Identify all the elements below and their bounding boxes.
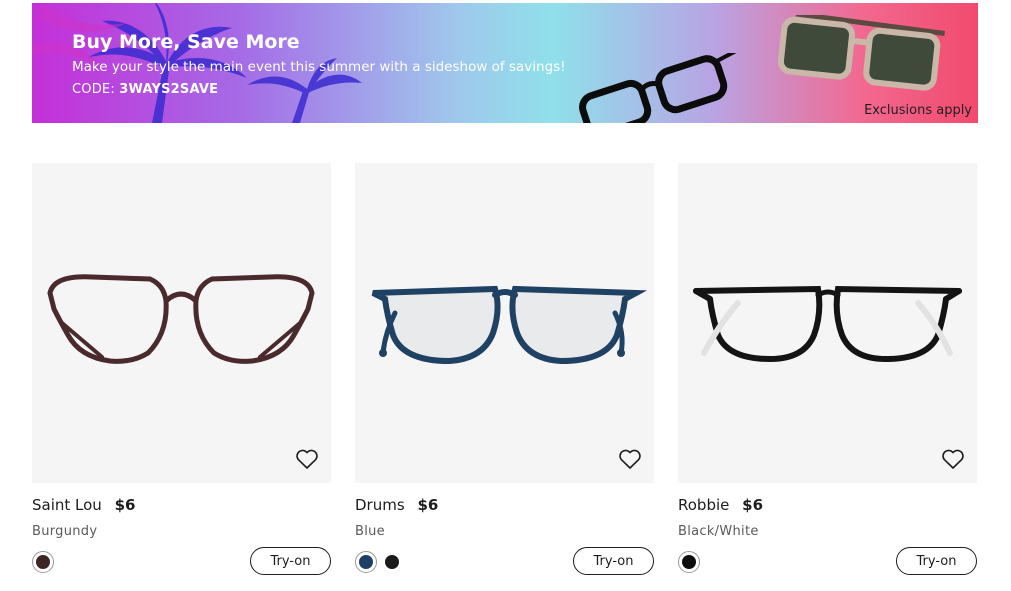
heart-outline-icon[interactable] <box>618 448 642 470</box>
banner-title: Buy More, Save More <box>72 31 300 53</box>
product-color: Blue <box>355 524 385 539</box>
product-price: $6 <box>114 496 136 514</box>
product-image[interactable] <box>355 163 654 483</box>
product-card[interactable]: Drums $6 Blue Try-on <box>355 163 654 575</box>
try-on-button[interactable]: Try-on <box>896 547 977 575</box>
product-price: $6 <box>742 496 764 514</box>
product-title-row: Saint Lou $6 <box>32 496 135 514</box>
product-image[interactable] <box>678 163 977 483</box>
color-swatch-black[interactable] <box>381 551 403 573</box>
product-color: Black/White <box>678 524 759 539</box>
product-color: Burgundy <box>32 524 98 539</box>
exclusions-note: Exclusions apply <box>864 103 972 118</box>
color-swatches <box>678 551 700 573</box>
product-title-row: Drums $6 <box>355 496 438 514</box>
product-card[interactable]: Robbie $6 Black/White Try-on <box>678 163 977 575</box>
banner-glasses-black <box>579 53 749 123</box>
glasses-image <box>371 285 648 365</box>
glasses-image <box>47 274 315 364</box>
banner-subtitle: Make your style the main event this summ… <box>72 59 566 75</box>
product-card[interactable]: Saint Lou $6 Burgundy Try-on <box>32 163 331 575</box>
product-image[interactable] <box>32 163 331 483</box>
heart-outline-icon[interactable] <box>941 448 965 470</box>
product-name[interactable]: Drums <box>355 496 405 514</box>
color-swatches <box>32 551 54 573</box>
color-swatches <box>355 551 403 573</box>
try-on-button[interactable]: Try-on <box>573 547 654 575</box>
promo-code: CODE: 3WAYS2SAVE <box>72 82 218 97</box>
banner-sunglasses <box>777 15 946 91</box>
color-swatch-blue[interactable] <box>355 551 377 573</box>
product-name[interactable]: Saint Lou <box>32 496 102 514</box>
try-on-button[interactable]: Try-on <box>250 547 331 575</box>
promo-banner[interactable]: Buy More, Save More Make your style the … <box>32 3 978 123</box>
product-name[interactable]: Robbie <box>678 496 729 514</box>
heart-outline-icon[interactable] <box>295 448 319 470</box>
glasses-image <box>693 285 962 363</box>
product-title-row: Robbie $6 <box>678 496 763 514</box>
color-swatch-burgundy[interactable] <box>32 551 54 573</box>
product-price: $6 <box>417 496 439 514</box>
color-swatch-black-white[interactable] <box>678 551 700 573</box>
promo-code-value: 3WAYS2SAVE <box>119 82 219 97</box>
promo-code-label: CODE: <box>72 82 115 97</box>
